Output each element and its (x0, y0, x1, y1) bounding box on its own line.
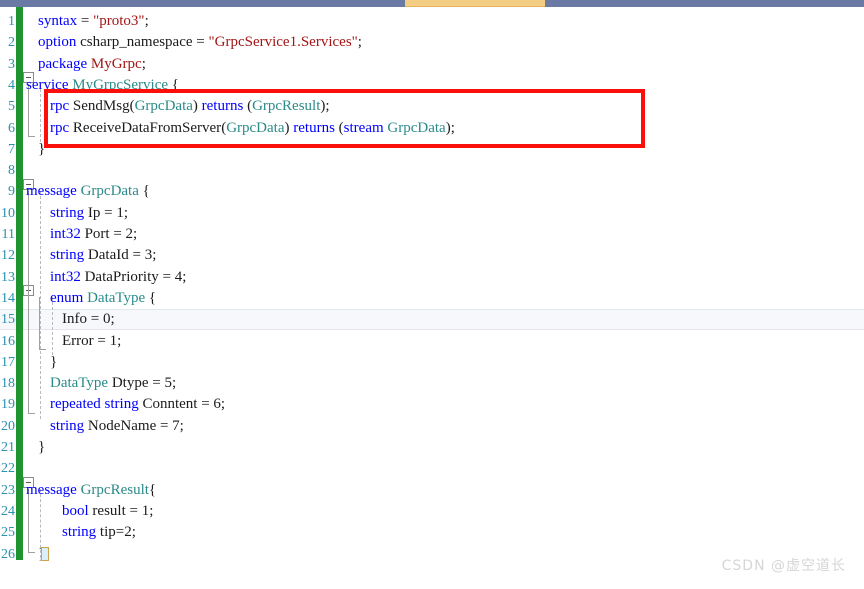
code-token: DataPriority = 4; (80, 268, 187, 285)
code-token: Error = 1; (62, 332, 122, 349)
csdn-watermark: CSDN @虚空道长 (721, 558, 846, 574)
code-token: MyGrpcService (72, 76, 169, 93)
code-token: Conntent = 6; (138, 396, 226, 413)
code-line[interactable]: string DataId = 3; (50, 245, 156, 266)
code-token: GrpcData (387, 119, 446, 136)
code-token: message (26, 481, 77, 498)
code-line[interactable]: package MyGrpc; (38, 54, 146, 75)
code-token: Info = 0; (62, 311, 115, 328)
code-token: DataType (87, 289, 146, 306)
title-strip-right-segment (545, 0, 864, 7)
code-token: repeated (50, 396, 101, 413)
code-token: GrpcData (226, 119, 285, 136)
code-token: string (62, 524, 97, 541)
code-token: int32 (50, 268, 81, 285)
code-token: bool (62, 502, 89, 519)
code-token: tip=2; (96, 524, 136, 541)
code-token: ReceiveDataFromServer (69, 119, 222, 136)
code-token: string (50, 417, 85, 434)
code-line[interactable]: string Ip = 1; (50, 203, 128, 224)
code-token: ( (334, 119, 344, 136)
code-line[interactable]: string tip=2; (62, 522, 136, 543)
code-token: GrpcResult (80, 481, 149, 498)
code-token: string (50, 247, 85, 264)
code-editor-surface[interactable]: 1 2 3 4 5 6 7 8 9 10 11 12 13 14 15 16 17 18 19 20 21 22 23 24 2… (0, 7, 864, 589)
code-text-layer[interactable]: syntax = "proto3"; option csharp_namespac… (0, 7, 864, 589)
code-token: ( (243, 98, 253, 115)
code-token: Dtype = 5; (108, 375, 177, 392)
code-token: ; (357, 34, 362, 51)
code-token: enum (50, 289, 84, 306)
code-token: rpc (50, 119, 70, 136)
code-token: Port = 2; (80, 226, 138, 242)
code-line[interactable]: DataType Dtype = 5; (50, 373, 176, 394)
code-token: } (50, 353, 58, 370)
code-line[interactable]: rpc ReceiveDataFromServer ( GrpcData) retu… (50, 118, 455, 139)
code-token: NodeName = 7; (84, 417, 184, 434)
code-token: result = 1; (88, 502, 154, 519)
code-token: package (38, 55, 88, 72)
code-token: service (26, 76, 69, 93)
code-line[interactable]: message GrpcData { (26, 181, 150, 202)
code-token: option (38, 34, 77, 51)
code-token: ); (445, 119, 455, 136)
code-line[interactable]: Error = 1; (62, 331, 121, 352)
code-token: "proto3" (93, 13, 145, 29)
code-token: { (145, 289, 157, 306)
code-token: { (148, 481, 157, 498)
code-line[interactable]: message GrpcResult{ (26, 480, 156, 501)
code-token: GrpcResult (252, 98, 321, 115)
code-token: ; (144, 13, 149, 29)
code-token: string (50, 204, 85, 221)
code-token: ) (192, 98, 202, 115)
code-line[interactable]: enum DataType { (50, 288, 156, 309)
code-line[interactable]: Info = 0; (62, 309, 115, 330)
code-token: Ip = 1; (84, 204, 129, 221)
code-line[interactable]: bool result = 1; (62, 501, 153, 522)
code-line[interactable]: int32 DataPriority = 4; (50, 267, 186, 288)
code-token: rpc (50, 98, 70, 115)
code-line[interactable]: } (50, 352, 57, 373)
code-token: GrpcData (80, 183, 139, 200)
code-token: csharp_namespace = (76, 34, 209, 51)
code-token: string (104, 396, 139, 413)
code-line[interactable]: rpc SendMsg(GrpcData) returns (GrpcResul… (50, 96, 330, 117)
code-token: stream (343, 119, 384, 136)
title-strip-left-segment (0, 0, 405, 7)
code-token: ); (320, 98, 330, 115)
code-token: "GrpcService1.Services" (208, 34, 358, 51)
code-token: } (38, 140, 46, 157)
code-token: int32 (50, 226, 81, 242)
code-token: ) (284, 119, 294, 136)
code-token: message (26, 183, 77, 200)
code-line[interactable]: service MyGrpcService { (26, 75, 179, 96)
code-line[interactable]: } (38, 437, 45, 458)
code-line[interactable]: repeated string Conntent = 6; (50, 394, 225, 415)
code-line[interactable]: syntax = "proto3"; (38, 11, 149, 32)
code-line[interactable]: } (38, 139, 45, 160)
code-token: DataId = 3; (84, 247, 157, 264)
code-token: { (138, 183, 150, 200)
window-title-strip (0, 0, 864, 7)
brace-match-highlight (41, 547, 49, 561)
code-token: } (38, 439, 46, 455)
code-token: = (77, 13, 94, 29)
code-token: GrpcData (134, 98, 193, 115)
code-token: syntax (38, 13, 78, 29)
code-token: SendMsg (69, 98, 130, 115)
code-token: returns (293, 119, 335, 136)
code-token: { (168, 76, 179, 93)
code-token: ; (141, 55, 146, 72)
code-line[interactable]: option csharp_namespace = "GrpcService1.… (38, 32, 362, 53)
code-token: DataType (50, 375, 109, 392)
code-line[interactable]: string NodeName = 7; (50, 416, 184, 437)
code-token: returns (201, 98, 244, 115)
code-line[interactable]: int32 Port = 2; (50, 224, 137, 245)
code-token: MyGrpc (90, 55, 142, 72)
